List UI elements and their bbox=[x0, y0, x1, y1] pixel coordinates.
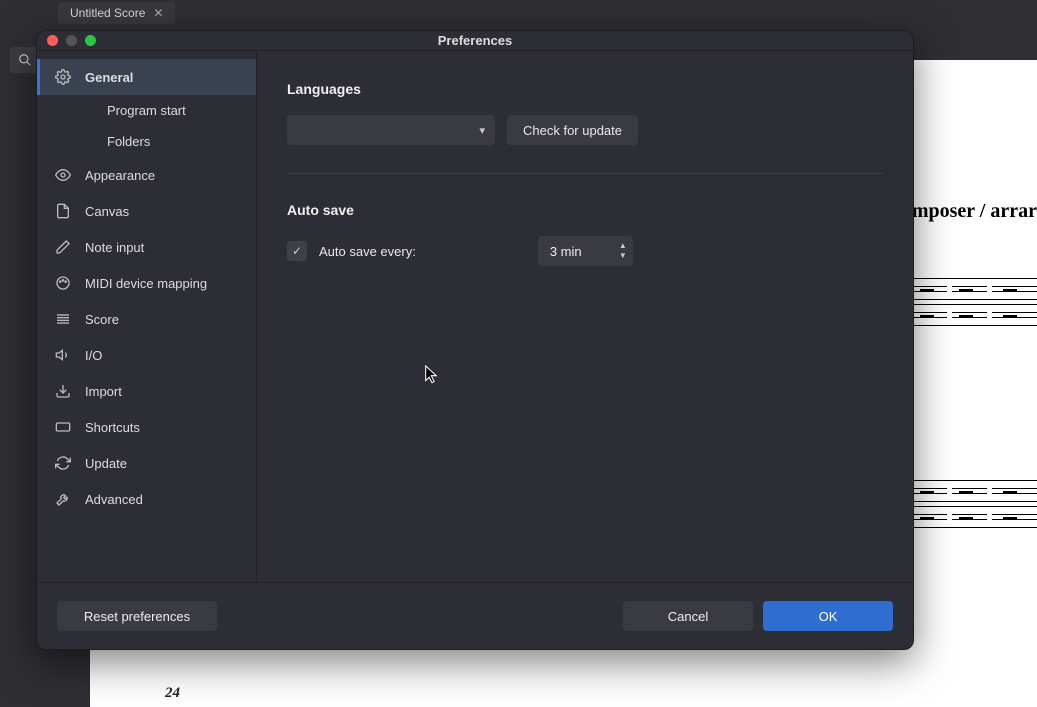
dialog-titlebar: Preferences bbox=[37, 31, 913, 51]
sidebar-item-label: General bbox=[85, 70, 133, 85]
sidebar-item-label: Import bbox=[85, 384, 122, 399]
stepper-up-icon[interactable]: ▲ bbox=[619, 242, 627, 250]
download-icon bbox=[55, 383, 71, 399]
autosave-heading: Auto save bbox=[287, 202, 883, 218]
sidebar-item-update[interactable]: Update bbox=[37, 445, 256, 481]
midi-icon bbox=[55, 275, 71, 291]
reset-preferences-button[interactable]: Reset preferences bbox=[57, 601, 217, 631]
chevron-down-icon: ▾ bbox=[479, 124, 485, 137]
close-icon[interactable]: ✕ bbox=[153, 6, 163, 20]
speaker-icon bbox=[55, 347, 71, 363]
sidebar-item-label: Score bbox=[85, 312, 119, 327]
check-update-button[interactable]: Check for update bbox=[507, 115, 638, 145]
sidebar-item-midi[interactable]: MIDI device mapping bbox=[37, 265, 256, 301]
minimize-window-icon[interactable] bbox=[66, 35, 77, 46]
sidebar-item-label: Appearance bbox=[85, 168, 155, 183]
preferences-sidebar: General Program start Folders Appearance… bbox=[37, 51, 257, 582]
sidebar-item-shortcuts[interactable]: Shortcuts bbox=[37, 409, 256, 445]
staff-system bbox=[907, 278, 1037, 326]
tab-title: Untitled Score bbox=[70, 6, 145, 20]
sidebar-item-note-input[interactable]: Note input bbox=[37, 229, 256, 265]
cancel-button[interactable]: Cancel bbox=[623, 601, 753, 631]
divider bbox=[287, 173, 883, 174]
keyboard-icon bbox=[55, 419, 71, 435]
sidebar-item-import[interactable]: Import bbox=[37, 373, 256, 409]
sidebar-item-label: Advanced bbox=[85, 492, 143, 507]
wrench-icon bbox=[55, 491, 71, 507]
tab-bar: Untitled Score ✕ bbox=[0, 0, 1037, 25]
page-icon bbox=[55, 203, 71, 219]
staff-system bbox=[907, 480, 1037, 528]
stepper-down-icon[interactable]: ▼ bbox=[619, 252, 627, 260]
composer-label: omposer / arrar bbox=[902, 200, 1037, 223]
autosave-value: 3 min bbox=[550, 244, 582, 259]
preferences-content: Languages ▾ Check for update Auto save ✓… bbox=[257, 51, 913, 582]
dialog-footer: Reset preferences Cancel OK bbox=[37, 582, 913, 649]
sidebar-item-general[interactable]: General bbox=[37, 59, 256, 95]
sidebar-sub-folders[interactable]: Folders bbox=[37, 126, 256, 157]
close-window-icon[interactable] bbox=[47, 35, 58, 46]
zoom-window-icon[interactable] bbox=[85, 35, 96, 46]
sidebar-item-advanced[interactable]: Advanced bbox=[37, 481, 256, 517]
language-dropdown[interactable]: ▾ bbox=[287, 115, 495, 145]
sidebar-item-score[interactable]: Score bbox=[37, 301, 256, 337]
sidebar-item-label: Shortcuts bbox=[85, 420, 140, 435]
sidebar-sub-program-start[interactable]: Program start bbox=[37, 95, 256, 126]
pencil-icon bbox=[55, 239, 71, 255]
sidebar-item-label: Update bbox=[85, 456, 127, 471]
eye-icon bbox=[55, 167, 71, 183]
preferences-dialog: Preferences General Program start Folder… bbox=[36, 30, 914, 650]
sidebar-item-appearance[interactable]: Appearance bbox=[37, 157, 256, 193]
dialog-title: Preferences bbox=[37, 33, 913, 48]
autosave-checkbox[interactable]: ✓ bbox=[287, 241, 307, 261]
measure-number: 24 bbox=[165, 685, 180, 702]
sidebar-item-label: Note input bbox=[85, 240, 144, 255]
sidebar-item-label: MIDI device mapping bbox=[85, 276, 207, 291]
document-tab[interactable]: Untitled Score ✕ bbox=[58, 2, 175, 24]
stepper: ▲ ▼ bbox=[619, 242, 627, 260]
refresh-icon bbox=[55, 455, 71, 471]
sidebar-item-canvas[interactable]: Canvas bbox=[37, 193, 256, 229]
autosave-interval-input[interactable]: 3 min ▲ ▼ bbox=[538, 236, 633, 266]
autosave-label: Auto save every: bbox=[319, 244, 416, 259]
gear-icon bbox=[55, 69, 71, 85]
window-controls bbox=[47, 35, 96, 46]
sidebar-item-label: Canvas bbox=[85, 204, 129, 219]
ok-button[interactable]: OK bbox=[763, 601, 893, 631]
sidebar-item-label: I/O bbox=[85, 348, 102, 363]
clef-icon bbox=[55, 311, 71, 327]
sidebar-item-io[interactable]: I/O bbox=[37, 337, 256, 373]
languages-heading: Languages bbox=[287, 81, 883, 97]
